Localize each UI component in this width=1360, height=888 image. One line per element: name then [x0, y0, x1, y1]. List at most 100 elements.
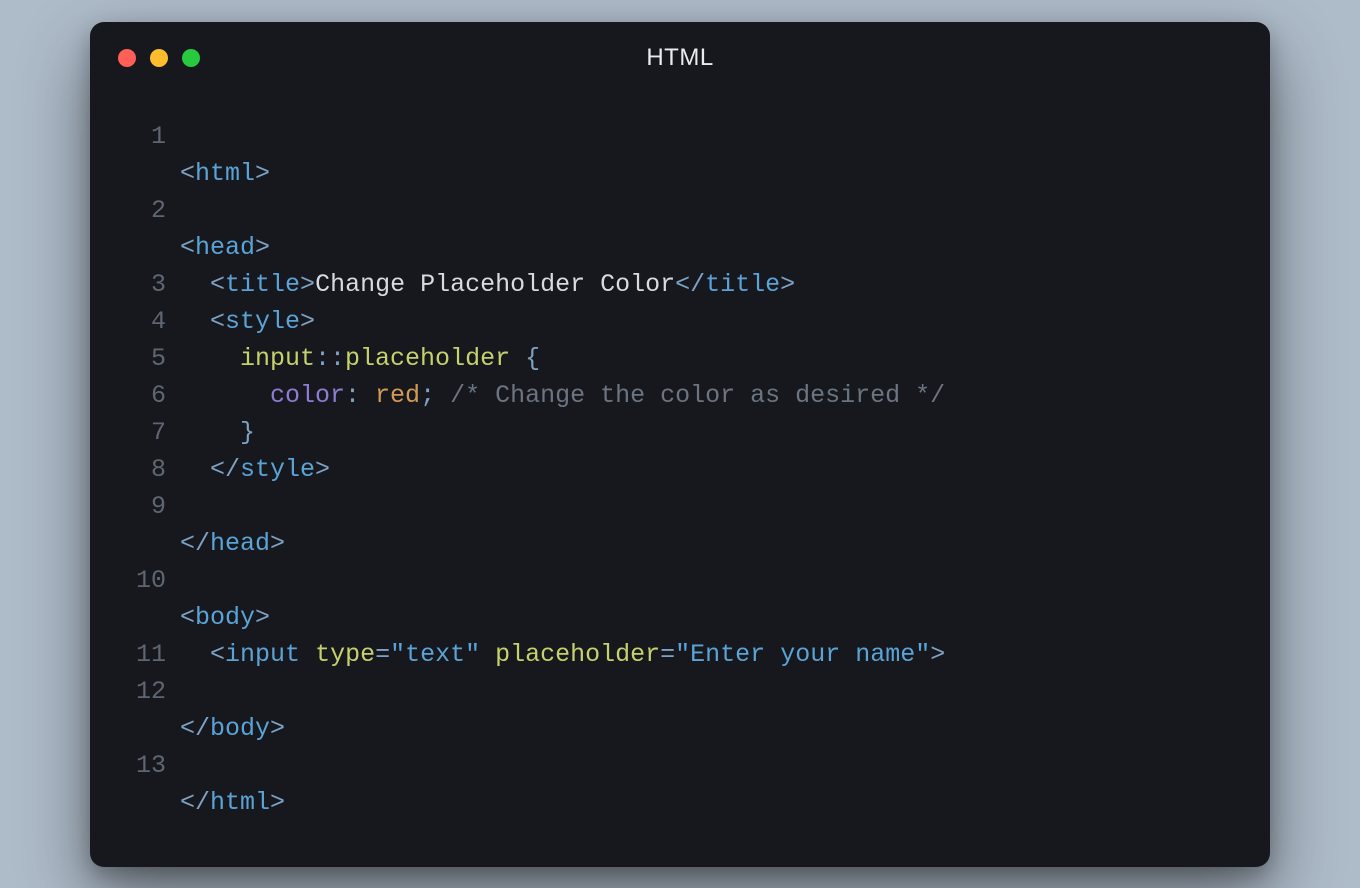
code-content: input::placeholder {	[180, 340, 1240, 377]
tok-punc: >	[930, 640, 945, 669]
code-content: }	[180, 414, 1240, 451]
line-number: 13	[120, 747, 166, 784]
line-number: 8	[120, 451, 166, 488]
tok-tag: body	[210, 714, 270, 743]
tok-punc: >	[255, 233, 270, 262]
code-content: <body>	[180, 562, 1240, 636]
tok-tag: title	[225, 270, 300, 299]
code-line: 7 }	[120, 414, 1240, 451]
code-line: 11 <input type="text" placeholder="Enter…	[120, 636, 1240, 673]
stage: HTML 1 <html> 2 <head> 3 <title>Change P…	[0, 0, 1360, 888]
tok-indent	[180, 381, 270, 410]
line-number: 7	[120, 414, 166, 451]
code-content: <style>	[180, 303, 1240, 340]
code-content: <title>Change Placeholder Color</title>	[180, 266, 1240, 303]
code-line: 4 <style>	[120, 303, 1240, 340]
tok-tag: body	[195, 603, 255, 632]
tok-punc: <	[180, 603, 195, 632]
tok-tag: title	[705, 270, 780, 299]
tok-indent	[180, 344, 240, 373]
tok-colon: :	[345, 381, 375, 410]
tok-tag: style	[225, 307, 300, 336]
code-line: 12 </body>	[120, 673, 1240, 747]
line-number: 10	[120, 562, 166, 599]
line-number: 2	[120, 192, 166, 229]
tok-selector: input	[240, 344, 315, 373]
code-window: HTML 1 <html> 2 <head> 3 <title>Change P…	[90, 22, 1270, 867]
tok-indent	[180, 307, 210, 336]
code-line: 5 input::placeholder {	[120, 340, 1240, 377]
line-number: 4	[120, 303, 166, 340]
window-traffic-lights	[90, 49, 200, 67]
tok-attr: type	[315, 640, 375, 669]
tok-punc: >	[270, 788, 285, 817]
code-line: 2 <head>	[120, 192, 1240, 266]
tok-punc: <	[210, 307, 225, 336]
code-line: 9 </head>	[120, 488, 1240, 562]
tok-space	[300, 640, 315, 669]
line-number: 11	[120, 636, 166, 673]
tok-space	[510, 344, 525, 373]
window-titlebar: HTML	[90, 22, 1270, 94]
code-content: color: red; /* Change the color as desir…	[180, 377, 1240, 414]
tok-string: "Enter your name"	[675, 640, 930, 669]
tok-tag: input	[225, 640, 300, 669]
tok-indent	[180, 270, 210, 299]
code-content: <input type="text" placeholder="Enter yo…	[180, 636, 1240, 673]
code-content: </head>	[180, 488, 1240, 562]
tok-punc: >	[300, 307, 315, 336]
tok-space	[480, 640, 495, 669]
line-number: 3	[120, 266, 166, 303]
tok-punc: <	[210, 640, 225, 669]
window-zoom-icon[interactable]	[182, 49, 200, 67]
tok-eq: =	[375, 640, 390, 669]
line-number: 12	[120, 673, 166, 710]
tok-punc: </	[180, 788, 210, 817]
code-line: 10 <body>	[120, 562, 1240, 636]
tok-comment: /* Change the color as desired */	[450, 381, 945, 410]
tok-punc: <	[210, 270, 225, 299]
window-title: HTML	[90, 44, 1270, 72]
tok-punc: </	[180, 714, 210, 743]
tok-tag: html	[195, 159, 255, 188]
tok-punc: >	[270, 529, 285, 558]
line-number: 5	[120, 340, 166, 377]
tok-punc: >	[270, 714, 285, 743]
tok-property: color	[270, 381, 345, 410]
code-content: <html>	[180, 118, 1240, 192]
tok-punc: >	[780, 270, 795, 299]
line-number: 6	[120, 377, 166, 414]
code-line: 13 </html>	[120, 747, 1240, 821]
code-line: 8 </style>	[120, 451, 1240, 488]
tok-tag: head	[210, 529, 270, 558]
code-content: </style>	[180, 451, 1240, 488]
tok-text: Change Placeholder Color	[315, 270, 675, 299]
window-minimize-icon[interactable]	[150, 49, 168, 67]
tok-brace: {	[525, 344, 540, 373]
code-content: </body>	[180, 673, 1240, 747]
tok-tag: html	[210, 788, 270, 817]
code-line: 3 <title>Change Placeholder Color</title…	[120, 266, 1240, 303]
tok-semicolon: ;	[420, 381, 435, 410]
tok-indent	[180, 640, 210, 669]
tok-punc: </	[675, 270, 705, 299]
tok-punc: >	[255, 603, 270, 632]
tok-punc: <	[180, 159, 195, 188]
tok-value: red	[375, 381, 420, 410]
line-number: 1	[120, 118, 166, 155]
tok-pseudo: placeholder	[345, 344, 510, 373]
tok-tag: style	[240, 455, 315, 484]
line-number: 9	[120, 488, 166, 525]
tok-punc: </	[210, 455, 240, 484]
tok-punc: >	[300, 270, 315, 299]
code-editor[interactable]: 1 <html> 2 <head> 3 <title>Change Placeh…	[90, 94, 1270, 821]
code-content: <head>	[180, 192, 1240, 266]
tok-tag: head	[195, 233, 255, 262]
tok-space	[435, 381, 450, 410]
tok-indent	[180, 418, 240, 447]
tok-brace: }	[240, 418, 255, 447]
code-line: 1 <html>	[120, 118, 1240, 192]
tok-colon-colon: ::	[315, 344, 345, 373]
tok-indent	[180, 455, 210, 484]
window-close-icon[interactable]	[118, 49, 136, 67]
